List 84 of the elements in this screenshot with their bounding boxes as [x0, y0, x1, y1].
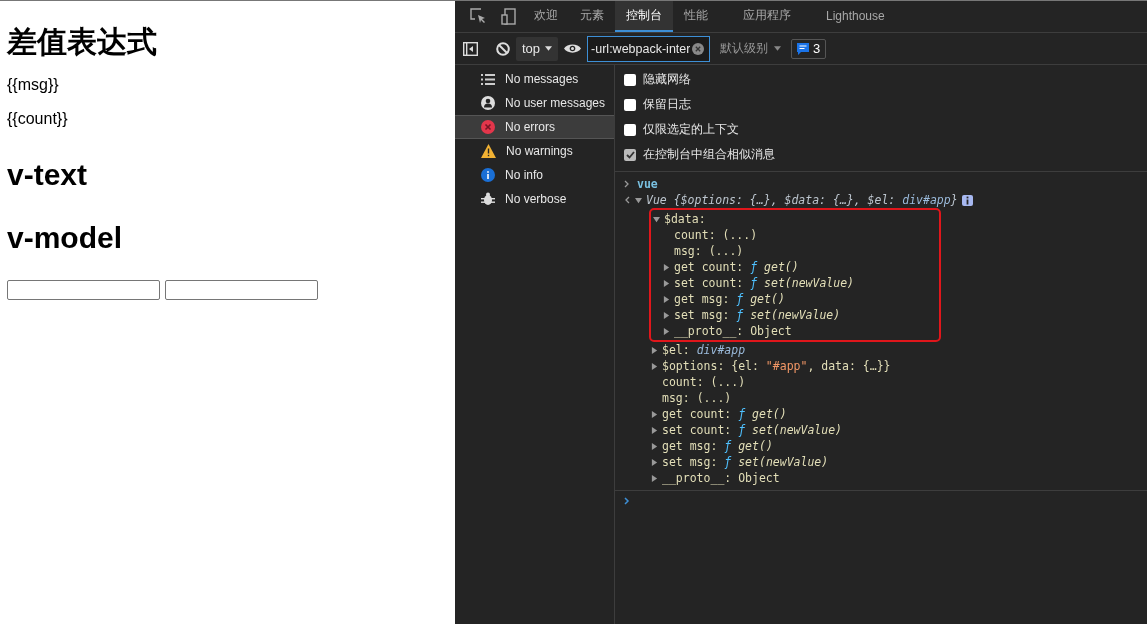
- property-line[interactable]: __proto__: Object: [662, 471, 780, 485]
- property-line: msg: (...): [674, 244, 744, 258]
- filter-field[interactable]: -url:webpack-inter: [587, 35, 711, 62]
- property-line[interactable]: set count: ƒ set(newValue): [662, 423, 843, 437]
- checkbox[interactable]: [624, 123, 636, 136]
- collapsed-arrow-icon[interactable]: [651, 458, 658, 466]
- property-line[interactable]: __proto__: Object: [674, 324, 792, 338]
- property-line[interactable]: get msg: ƒ get(): [674, 292, 785, 306]
- clear-console-icon[interactable]: [496, 41, 510, 56]
- collapsed-arrow-icon[interactable]: [663, 279, 670, 287]
- inspect-icon[interactable]: [469, 8, 487, 25]
- object-summary[interactable]: Vue {$options: {…}, $data: {…}, $el: div#app}: [646, 193, 958, 207]
- checkbox[interactable]: [624, 73, 636, 86]
- collapsed-arrow-icon[interactable]: [663, 263, 670, 271]
- property-line[interactable]: get msg: ƒ get(): [662, 439, 773, 453]
- panel-tab[interactable]: 控制台: [615, 1, 673, 32]
- template-text: {{count}}: [7, 110, 69, 128]
- property-line: count: (...): [674, 228, 758, 242]
- clear-icon[interactable]: [692, 42, 705, 55]
- checkbox[interactable]: [624, 148, 636, 161]
- sidebar-item[interactable]: No user messages: [455, 91, 614, 115]
- log-level-select[interactable]: 默认级别: [716, 40, 786, 57]
- section-heading: v-model: [7, 221, 124, 254]
- check-icon: [625, 150, 635, 159]
- checkbox[interactable]: [624, 98, 636, 111]
- panel-tab[interactable]: 应用程序: [719, 1, 815, 32]
- sidebar-item[interactable]: No verbose: [455, 187, 614, 211]
- panel-tab[interactable]: 欢迎: [523, 1, 569, 32]
- info-icon: [481, 168, 495, 182]
- collapsed-arrow-icon[interactable]: [663, 295, 670, 303]
- result-chevron-icon: [624, 196, 630, 204]
- prompt-chevron-icon[interactable]: [624, 496, 630, 505]
- input-chevron-icon: [624, 180, 630, 188]
- collapsed-arrow-icon[interactable]: [651, 346, 658, 354]
- expanded-arrow-icon[interactable]: [653, 215, 660, 223]
- property-line[interactable]: get count: ƒ get(): [662, 407, 787, 421]
- property-line[interactable]: $options: {el: "#app", data: {…}}: [662, 359, 891, 373]
- sidebar-item[interactable]: No info: [455, 163, 614, 187]
- caret-icon: [545, 46, 553, 51]
- property-line[interactable]: get count: ƒ get(): [674, 260, 799, 274]
- collapsed-arrow-icon[interactable]: [663, 311, 670, 319]
- sidebar-item[interactable]: No warnings: [455, 139, 614, 163]
- warning-icon: [481, 144, 496, 158]
- panel-tab[interactable]: 性能: [673, 1, 719, 32]
- eye-icon[interactable]: [564, 43, 582, 54]
- property-line: msg: (...): [662, 391, 732, 405]
- text-input[interactable]: [7, 280, 160, 300]
- bug-icon: [481, 192, 495, 206]
- property-line[interactable]: $data:: [664, 212, 706, 226]
- text-input[interactable]: [165, 280, 318, 300]
- issues-button[interactable]: 3: [791, 38, 827, 59]
- checkbox-label: 在控制台中组合相似消息: [643, 146, 775, 163]
- template-text: {{msg}}: [7, 76, 60, 94]
- collapsed-arrow-icon[interactable]: [651, 442, 658, 450]
- collapsed-arrow-icon[interactable]: [663, 327, 670, 335]
- collapsed-arrow-icon[interactable]: [651, 474, 658, 482]
- device-icon[interactable]: [500, 8, 516, 25]
- collapsed-arrow-icon[interactable]: [651, 362, 658, 370]
- panel-tab[interactable]: 元素: [569, 1, 615, 32]
- sidebar-item[interactable]: No errors: [455, 115, 614, 139]
- message-icon: [797, 42, 810, 55]
- caret-icon: [774, 46, 782, 51]
- page-heading: 差值表达式: [7, 25, 158, 58]
- collapsed-arrow-icon[interactable]: [651, 410, 658, 418]
- context-select[interactable]: top: [516, 36, 559, 61]
- collapsed-arrow-icon[interactable]: [651, 426, 658, 434]
- console-command-text: vue: [637, 177, 658, 191]
- user-icon: [481, 96, 495, 110]
- property-line[interactable]: set msg: ƒ set(newValue): [674, 308, 841, 322]
- panel-tab[interactable]: Lighthouse: [815, 1, 896, 32]
- sidebar-toggle-icon[interactable]: [463, 41, 478, 56]
- error-icon: [481, 120, 495, 134]
- info-icon: [961, 194, 973, 206]
- expanded-arrow-icon[interactable]: [635, 196, 642, 204]
- property-line: count: (...): [662, 375, 746, 389]
- checkbox-label: 仅限选定的上下文: [643, 121, 739, 138]
- property-line[interactable]: set count: ƒ set(newValue): [674, 276, 855, 290]
- property-line[interactable]: $el: div#app: [662, 343, 746, 357]
- section-heading: v-text: [7, 158, 89, 191]
- sidebar-item[interactable]: No messages: [455, 67, 614, 91]
- checkbox-label: 保留日志: [643, 96, 691, 113]
- checkbox-label: 隐藏网络: [643, 71, 691, 88]
- list-icon: [481, 73, 495, 85]
- property-line[interactable]: set msg: ƒ set(newValue): [662, 455, 829, 469]
